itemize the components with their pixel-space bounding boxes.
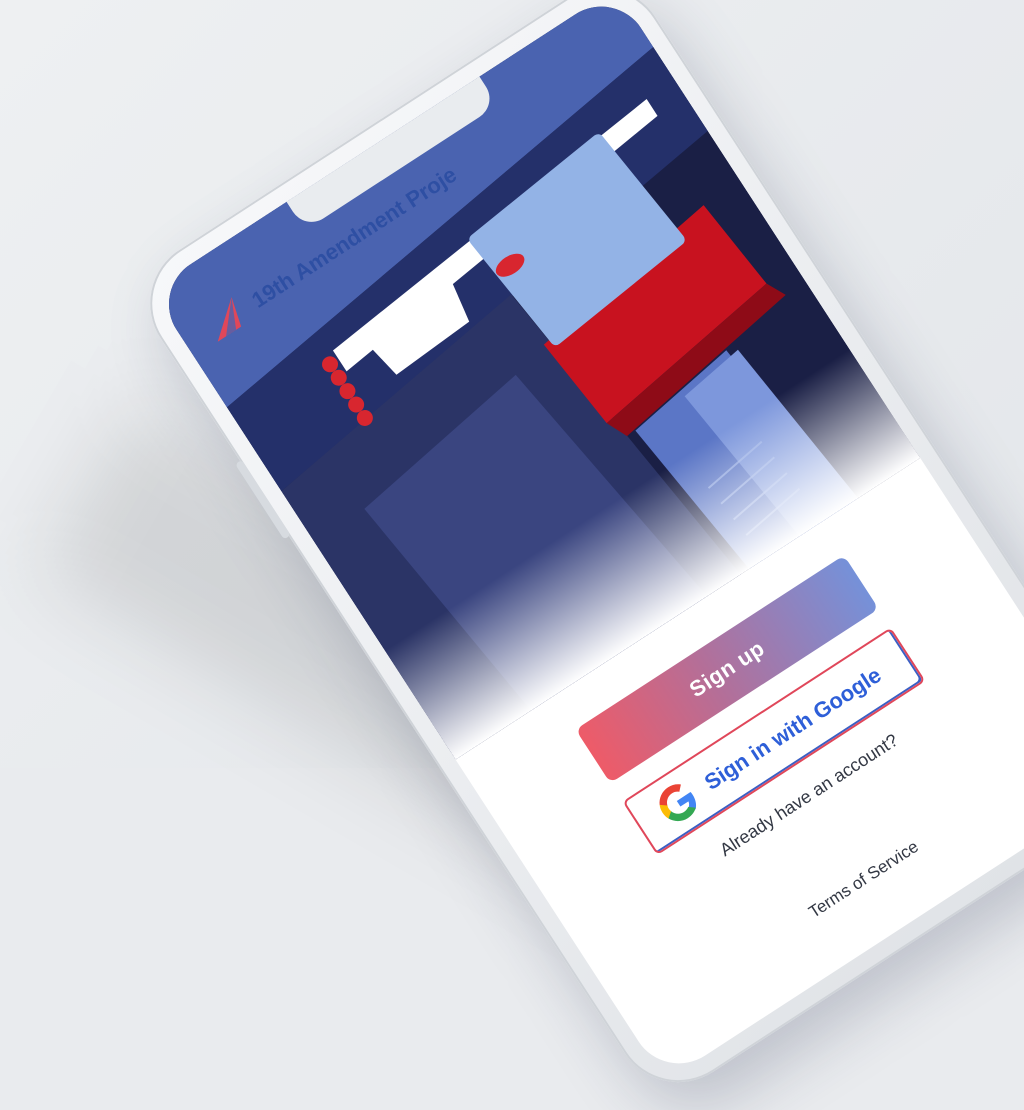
- google-icon: [659, 784, 697, 822]
- logo-icon: [217, 297, 242, 342]
